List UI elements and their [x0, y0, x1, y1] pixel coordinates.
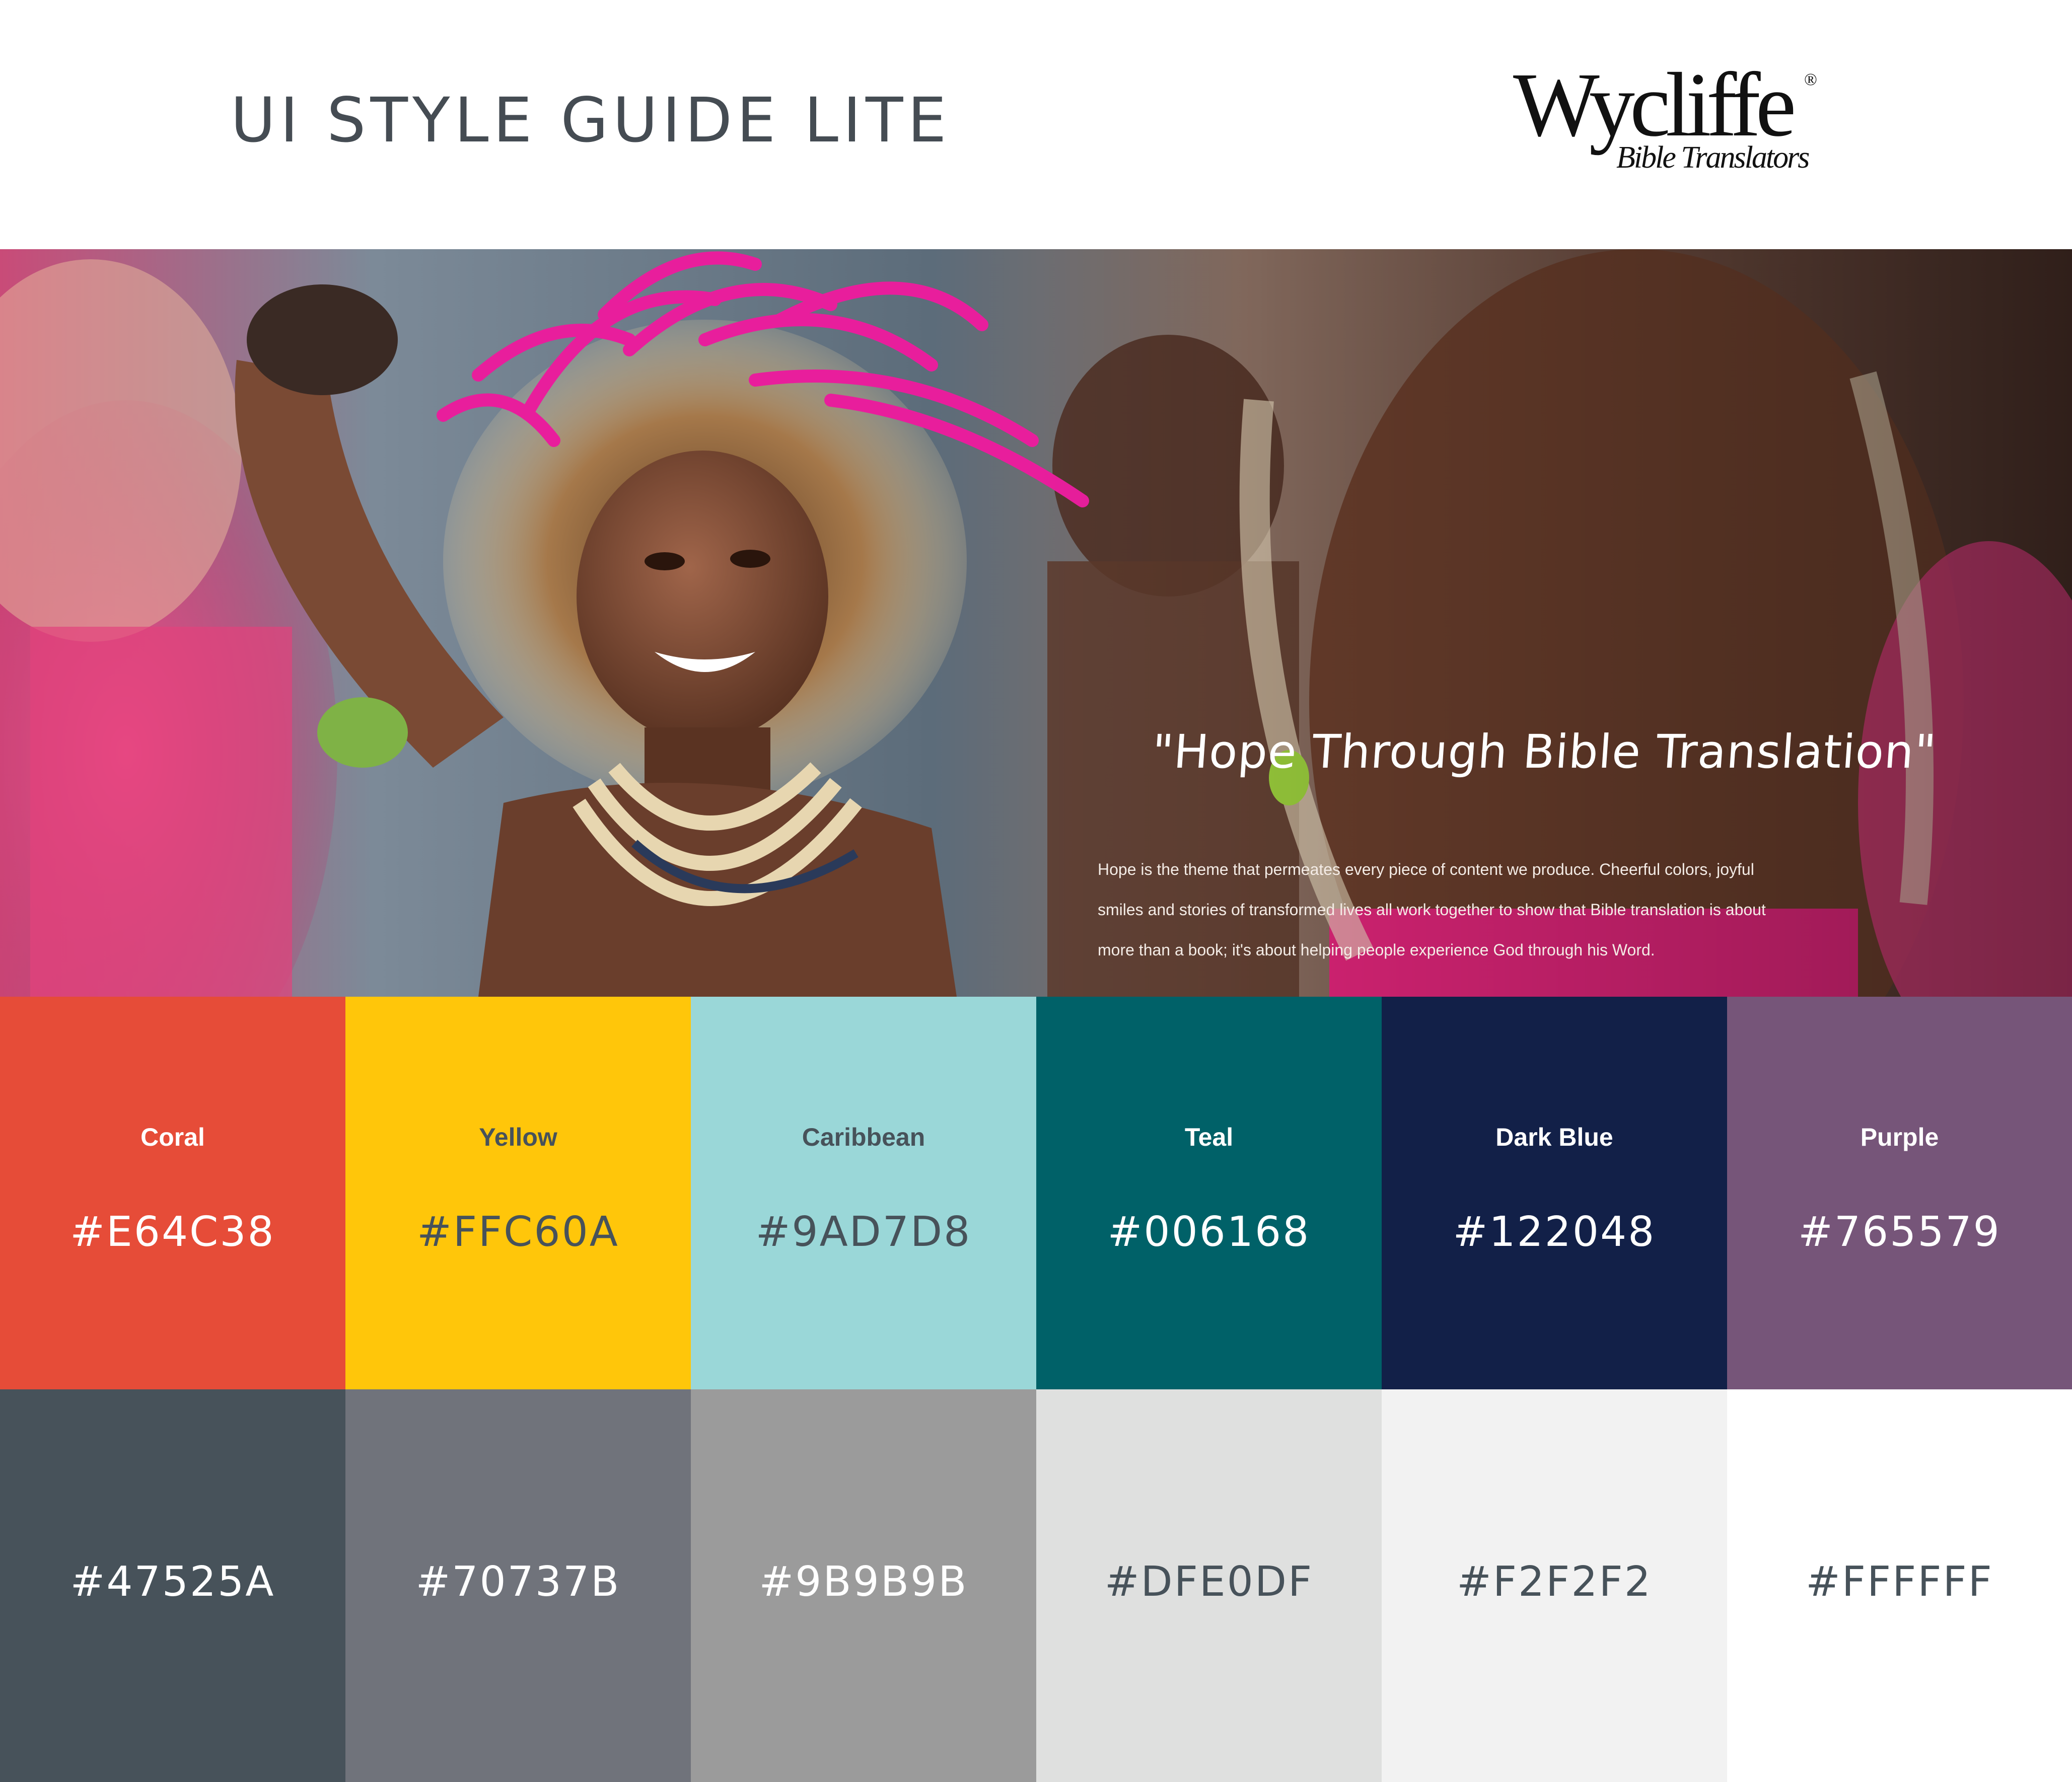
swatch-purple: Purple #765579	[1727, 997, 2072, 1389]
hero-body-text: Hope is the theme that permeates every p…	[1098, 860, 1766, 959]
swatch-hex: #9AD7D8	[755, 1208, 972, 1256]
swatch-name: Teal	[1184, 1123, 1234, 1151]
swatch-caribbean: Caribbean #9AD7D8	[691, 997, 1036, 1389]
swatch-neutral-2: #70737B	[345, 1389, 691, 1782]
swatch-hex: #FFFFFF	[1806, 1558, 1993, 1606]
swatch-name: Yellow	[479, 1123, 557, 1151]
swatch-hex: #122048	[1453, 1208, 1656, 1256]
wycliffe-logo: Wycliffe ® Bible Translators	[1513, 59, 1840, 175]
swatch-hex: #DFE0DF	[1104, 1558, 1314, 1606]
swatch-neutral-4: #DFE0DF	[1036, 1389, 1382, 1782]
swatch-name: Dark Blue	[1495, 1123, 1613, 1151]
swatch-hex: #F2F2F2	[1457, 1558, 1652, 1606]
swatch-teal: Teal #006168	[1036, 997, 1382, 1389]
swatch-coral: Coral #E64C38	[0, 997, 345, 1389]
page-title: UI STYLE GUIDE LITE	[231, 85, 951, 156]
swatch-neutral-5: #F2F2F2	[1382, 1389, 1727, 1782]
registered-mark: ®	[1804, 70, 1817, 89]
swatch-hex: #9B9B9B	[759, 1558, 968, 1606]
swatch-hex: #FFC60A	[417, 1208, 619, 1256]
swatch-neutral-3: #9B9B9B	[691, 1389, 1036, 1782]
swatch-yellow: Yellow #FFC60A	[345, 997, 691, 1389]
swatch-neutral-6: #FFFFFF	[1727, 1389, 2072, 1782]
swatch-dark-blue: Dark Blue #122048	[1382, 997, 1727, 1389]
logo-wordmark: Wycliffe	[1513, 54, 1796, 156]
swatch-name: Caribbean	[802, 1123, 925, 1151]
swatch-hex: #70737B	[415, 1558, 621, 1606]
swatch-name: Purple	[1860, 1123, 1939, 1151]
hero-quote: "Hope Through Bible Translation"	[1150, 725, 1938, 779]
swatch-hex: #765579	[1798, 1208, 2001, 1256]
swatch-hex: #E64C38	[70, 1208, 275, 1256]
swatch-name: Coral	[140, 1123, 205, 1151]
logo-subtitle: Bible Translators	[1616, 140, 1810, 175]
swatch-neutral-1: #47525A	[0, 1389, 345, 1782]
swatch-hex: #006168	[1107, 1208, 1311, 1256]
swatch-hex: #47525A	[70, 1558, 275, 1606]
hero-banner: "Hope Through Bible Translation" Hope is…	[0, 249, 2072, 997]
page-header: UI STYLE GUIDE LITE Wycliffe ® Bible Tra…	[0, 0, 2072, 249]
